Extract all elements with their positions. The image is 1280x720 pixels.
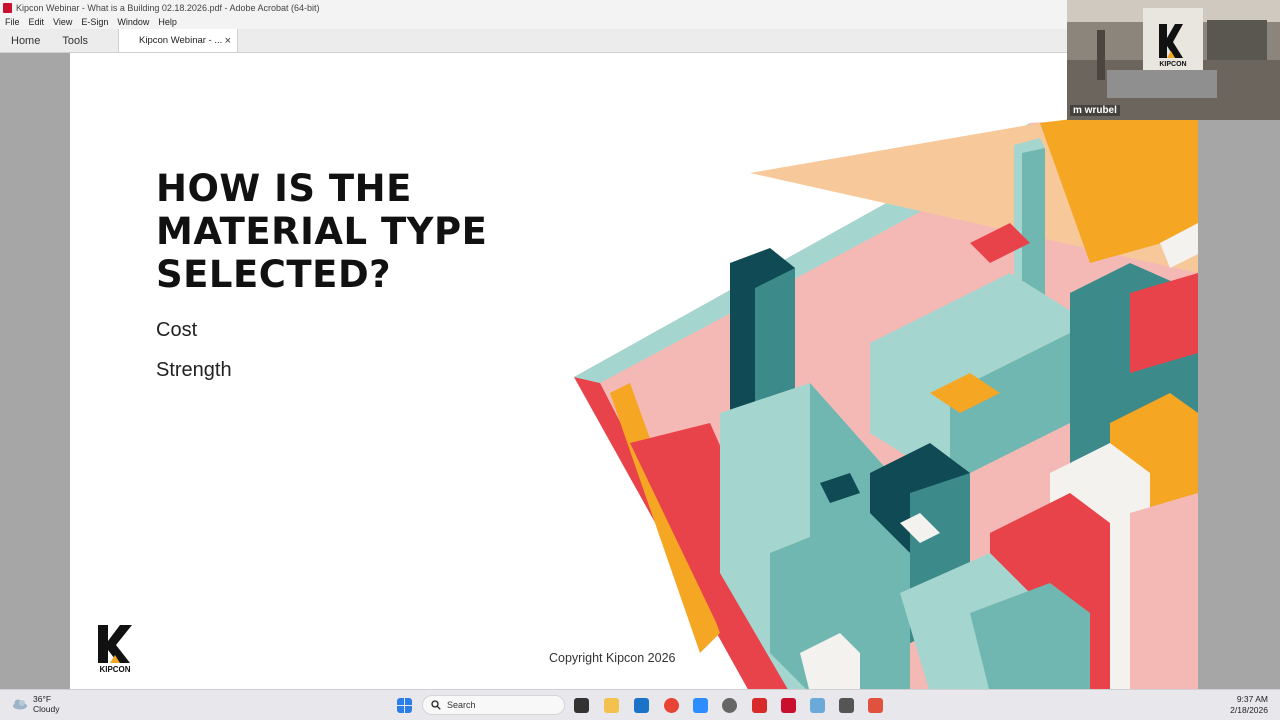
menu-view[interactable]: View [53, 17, 72, 27]
video-background: KIPCON [1067, 0, 1280, 120]
slide-title: HOW IS THE MATERIAL TYPE SELECTED? [156, 167, 576, 296]
pdf-icon[interactable] [781, 698, 796, 713]
clock-date: 2/18/2026 [1230, 705, 1268, 715]
windows-start-icon[interactable] [397, 698, 412, 713]
zoom-icon[interactable] [693, 698, 708, 713]
menu-edit[interactable]: Edit [29, 17, 45, 27]
acrobat-taskbar-icon[interactable] [752, 698, 767, 713]
acrobat-icon [3, 2, 12, 13]
tab-document-label: Kipcon Webinar - ... [139, 35, 223, 46]
search-placeholder: Search [447, 700, 476, 710]
task-view-icon[interactable] [574, 698, 589, 713]
menu-esign[interactable]: E-Sign [81, 17, 108, 27]
svg-text:KIPCON: KIPCON [1159, 61, 1186, 68]
weather-temp: 36°F [33, 694, 52, 704]
weather-desc: Cloudy [33, 704, 60, 714]
participant-name: m wrubel [1070, 105, 1120, 116]
cloud-icon [13, 699, 27, 710]
file-explorer-icon[interactable] [604, 698, 619, 713]
kipcon-logo: KIPCON [98, 625, 132, 674]
video-feed[interactable]: KIPCON m wrubel [1067, 0, 1280, 120]
bullet-strength: Strength [156, 359, 232, 381]
outlook-icon[interactable] [634, 698, 649, 713]
snipping-tool-icon[interactable] [810, 698, 825, 713]
slide-page: HOW IS THE MATERIAL TYPE SELECTED? Cost … [70, 53, 1198, 689]
windows-taskbar: 36°F Cloudy Search 9:37 AM 2/18/2026 [0, 689, 1280, 720]
tab-home[interactable]: Home [0, 29, 51, 52]
network-tool-icon[interactable] [839, 698, 854, 713]
bullet-cost: Cost [156, 319, 198, 341]
system-clock[interactable]: 9:37 AM 2/18/2026 [1230, 694, 1268, 716]
svg-text:KIPCON: KIPCON [99, 665, 130, 674]
tab-tools[interactable]: Tools [51, 29, 99, 52]
document-viewer[interactable]: HOW IS THE MATERIAL TYPE SELECTED? Cost … [0, 53, 1280, 689]
close-tab-icon[interactable]: × [225, 35, 231, 47]
window-title: Kipcon Webinar - What is a Building 02.1… [16, 2, 320, 13]
weather-widget[interactable]: 36°F Cloudy [12, 694, 59, 714]
menu-help[interactable]: Help [158, 17, 177, 27]
slide-title-line-1: HOW IS THE [156, 167, 412, 210]
slide-title-line-2: MATERIAL TYPE [156, 210, 488, 253]
taskbar-search[interactable]: Search [422, 695, 565, 715]
clock-time: 9:37 AM [1236, 694, 1268, 704]
app-icon[interactable] [868, 698, 883, 713]
chrome-icon[interactable] [664, 698, 679, 713]
settings-icon[interactable] [722, 698, 737, 713]
search-icon [431, 700, 441, 710]
tab-document[interactable]: Kipcon Webinar - ... × [118, 29, 239, 52]
menu-window[interactable]: Window [117, 17, 149, 27]
building-artwork [574, 103, 1198, 689]
slide-title-line-3: SELECTED? [156, 253, 392, 296]
menu-file[interactable]: File [5, 17, 20, 27]
